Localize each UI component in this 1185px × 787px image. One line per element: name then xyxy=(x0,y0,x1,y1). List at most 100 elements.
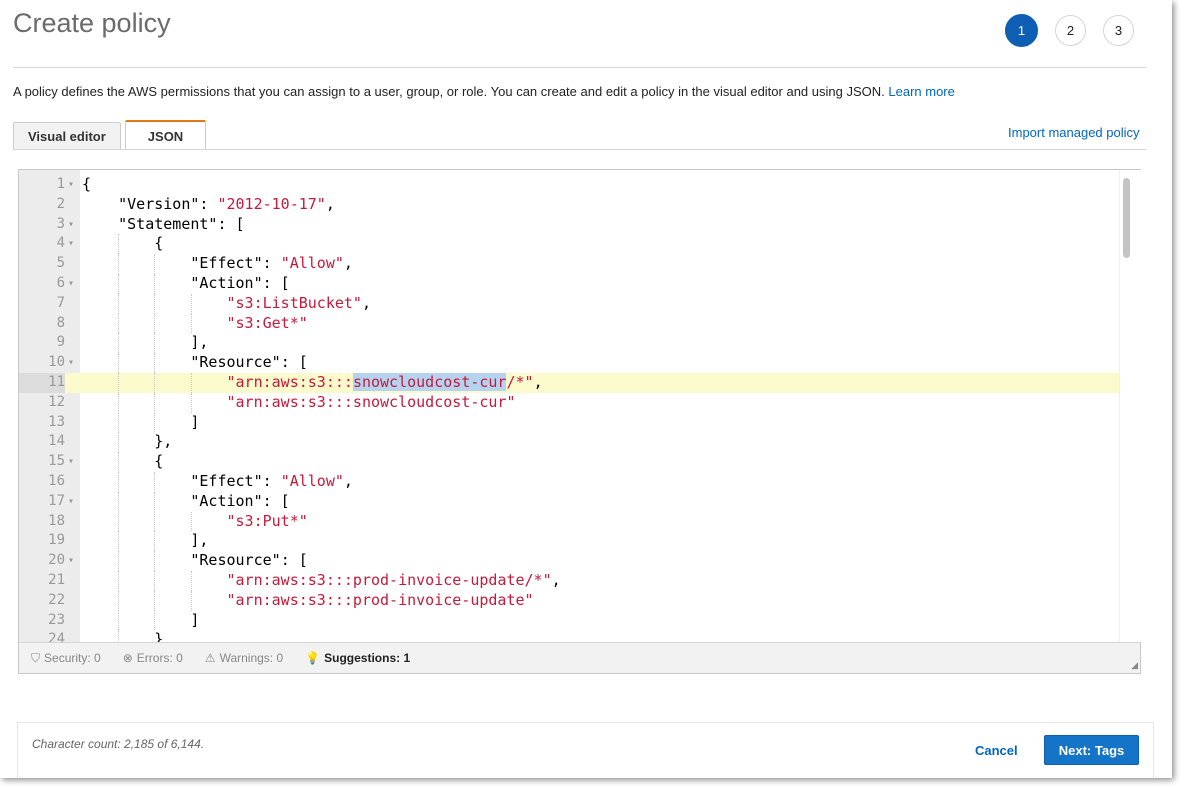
code-text: "s3:Put*" xyxy=(226,511,308,530)
code-line[interactable]: 24 } xyxy=(19,630,1119,642)
learn-more-link[interactable]: Learn more xyxy=(888,84,954,99)
step-1[interactable]: 1 xyxy=(1005,14,1038,47)
editor-tabs: Visual editor JSON xyxy=(13,120,207,150)
step-3[interactable]: 3 xyxy=(1103,15,1134,46)
code-text: "Statement": [ xyxy=(118,214,245,233)
code-line[interactable]: 4 ▾ { xyxy=(19,234,1119,255)
divider xyxy=(13,67,1146,68)
code-line[interactable]: 16 "Effect": "Allow", xyxy=(19,471,1119,492)
code-text: ] xyxy=(82,610,200,629)
code-text: "arn:aws:s3:::snowcloudcost-cur" xyxy=(226,392,516,411)
security-status[interactable]: ⛉ Security: 0 xyxy=(31,651,101,666)
errors-count: Errors: 0 xyxy=(136,651,183,665)
code-line[interactable]: 23 ] xyxy=(19,610,1119,631)
code-text: }, xyxy=(82,432,173,451)
code-line[interactable]: 7 "s3:ListBucket", xyxy=(19,293,1119,314)
fold-toggle-icon[interactable]: ▾ xyxy=(68,551,74,571)
code-line[interactable]: 5 "Effect": "Allow", xyxy=(19,254,1119,274)
scrollbar-thumb[interactable] xyxy=(1123,178,1130,258)
code-line[interactable]: 8 "s3:Get*" xyxy=(19,313,1119,334)
line-number: 22 xyxy=(48,591,65,608)
code-line[interactable]: 10 ▾ "Resource": [ xyxy=(19,353,1119,373)
suggestions-count: Suggestions: 1 xyxy=(324,651,411,665)
policy-description: A policy defines the AWS permissions tha… xyxy=(13,84,955,99)
code-line[interactable]: 12 "arn:aws:s3:::snowcloudcost-cur" xyxy=(19,392,1119,413)
line-number: 19 xyxy=(48,532,65,549)
line-number: 18 xyxy=(48,512,65,529)
line-number: 8 xyxy=(56,314,65,331)
line-number: 14 xyxy=(48,433,65,450)
code-line[interactable]: 1 ▾ { xyxy=(19,175,1119,195)
footer-bar: Character count: 2,185 of 6,144. Cancel … xyxy=(17,722,1154,778)
fold-toggle-icon[interactable]: ▾ xyxy=(68,215,74,235)
code-line[interactable]: 6 ▾ "Action": [ xyxy=(19,273,1119,294)
line-number: 20 xyxy=(48,552,65,569)
line-number: 15 xyxy=(48,453,65,470)
tab-visual-editor[interactable]: Visual editor xyxy=(13,122,121,150)
code-line[interactable]: 22 "arn:aws:s3:::prod-invoice-update" xyxy=(19,590,1119,611)
code-text: "arn:aws:s3:::prod-invoice-update" xyxy=(226,590,534,609)
step-2[interactable]: 2 xyxy=(1055,15,1086,46)
code-text: "Effect": "Allow", xyxy=(190,471,353,490)
create-policy-window: Create policy 1 2 3 A policy defines the… xyxy=(0,0,1172,778)
next-tags-button[interactable]: Next: Tags xyxy=(1044,735,1139,765)
warning-triangle-icon: ⚠ xyxy=(204,651,216,665)
code-line[interactable]: 9 ], xyxy=(19,333,1119,354)
code-text: "Action": [ xyxy=(190,491,290,510)
errors-status[interactable]: ⊗ Errors: 0 xyxy=(123,651,183,665)
code-text: { xyxy=(82,234,164,253)
line-number: 9 xyxy=(56,334,65,351)
code-text: "Resource": [ xyxy=(190,353,308,372)
code-line[interactable]: 18 "s3:Put*" xyxy=(19,511,1119,532)
character-count: Character count: 2,185 of 6,144. xyxy=(32,737,205,751)
line-number: 1 xyxy=(56,176,65,192)
line-number: 2 xyxy=(56,195,65,212)
line-number: 17 xyxy=(48,492,65,509)
code-text: "Effect": "Allow", xyxy=(190,254,353,273)
code-line[interactable]: 13 ] xyxy=(19,412,1119,433)
code-text: } xyxy=(82,630,164,642)
code-text: { xyxy=(82,452,164,471)
fold-toggle-icon[interactable]: ▾ xyxy=(68,353,74,373)
code-text: "Version": "2012-10-17", xyxy=(118,194,335,213)
line-number: 21 xyxy=(48,571,65,588)
page-title: Create policy xyxy=(13,8,171,38)
resize-handle-icon[interactable]: ◢ xyxy=(1131,660,1138,671)
warnings-status[interactable]: ⚠ Warnings: 0 xyxy=(205,651,283,665)
fold-toggle-icon[interactable]: ▾ xyxy=(68,175,74,195)
code-text: ], xyxy=(82,531,209,550)
code-line[interactable]: 15 ▾ { xyxy=(19,452,1119,472)
fold-toggle-icon[interactable]: ▾ xyxy=(68,452,74,472)
fold-toggle-icon[interactable]: ▾ xyxy=(68,492,74,512)
line-number: 6 xyxy=(56,274,65,291)
fold-toggle-icon[interactable]: ▾ xyxy=(68,234,74,254)
description-text: A policy defines the AWS permissions tha… xyxy=(13,84,885,99)
line-number: 13 xyxy=(48,413,65,430)
code-line[interactable]: 3 ▾ "Statement": [ xyxy=(19,215,1119,235)
code-text: ], xyxy=(82,333,209,352)
suggestions-status[interactable]: 💡 Suggestions: 1 xyxy=(305,651,410,665)
line-number: 16 xyxy=(48,472,65,489)
code-line[interactable]: 21 "arn:aws:s3:::prod-invoice-update/*", xyxy=(19,570,1119,591)
code-line[interactable]: 17 ▾ "Action": [ xyxy=(19,491,1119,512)
code-line[interactable]: 2 "Version": "2012-10-17", xyxy=(19,195,1119,215)
security-count: Security: 0 xyxy=(44,651,101,665)
tab-json[interactable]: JSON xyxy=(124,120,207,150)
tabs-divider xyxy=(13,149,1146,150)
code-text: { xyxy=(82,175,92,193)
code-line[interactable]: 19 ], xyxy=(19,531,1119,552)
json-editor[interactable]: 1 ▾{2 "Version": "2012-10-17", 3 ▾ "Stateme… xyxy=(18,169,1141,674)
lightbulb-icon: 💡 xyxy=(305,651,321,665)
line-number: 10 xyxy=(48,354,65,371)
code-line[interactable]: 20 ▾ "Resource": [ xyxy=(19,551,1119,571)
fold-toggle-icon[interactable]: ▾ xyxy=(68,274,74,294)
code-text: "arn:aws:s3:::prod-invoice-update/*", xyxy=(226,570,561,589)
code-text: "s3:ListBucket", xyxy=(226,293,372,312)
import-managed-policy-link[interactable]: Import managed policy xyxy=(1008,125,1140,140)
code-area[interactable]: 1 ▾{2 "Version": "2012-10-17", 3 ▾ "Stateme… xyxy=(19,170,1119,642)
cancel-button[interactable]: Cancel xyxy=(975,743,1018,758)
code-line[interactable]: 14 }, xyxy=(19,432,1119,453)
code-line[interactable]: 11 "arn:aws:s3:::snowcloudcost-cur/*", xyxy=(19,372,1119,393)
line-number: 4 xyxy=(56,235,65,252)
code-lines[interactable]: 1 ▾{2 "Version": "2012-10-17", 3 ▾ "Stateme… xyxy=(19,175,1119,642)
